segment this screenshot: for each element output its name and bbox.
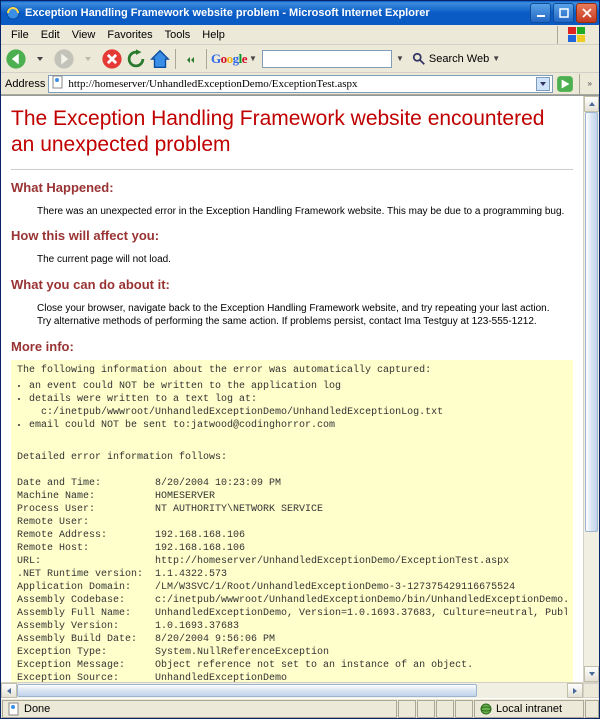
text-affect: The current page will not load.: [37, 253, 565, 267]
resize-grip[interactable]: [585, 700, 599, 718]
scroll-up-button[interactable]: [584, 96, 599, 112]
status-done-text: Done: [24, 703, 50, 715]
back-button[interactable]: [5, 48, 27, 70]
page-title: The Exception Handling Framework website…: [11, 106, 573, 159]
kv-exc-source: Exception Source: UnhandledExceptionDemo: [17, 672, 567, 683]
horizontal-scrollbar[interactable]: [1, 682, 599, 698]
scroll-down-button[interactable]: [584, 666, 599, 682]
kv-remote-host: Remote Host: 192.168.168.106: [17, 542, 567, 555]
menu-edit[interactable]: Edit: [35, 27, 66, 43]
scroll-thumb[interactable]: [585, 112, 598, 532]
kv-asm-fullname: Assembly Full Name: UnhandledExceptionDe…: [17, 607, 567, 620]
menu-bar: File Edit View Favorites Tools Help: [1, 25, 599, 45]
menu-favorites[interactable]: Favorites: [101, 27, 158, 43]
forward-button[interactable]: [53, 48, 75, 70]
refresh-button[interactable]: [125, 48, 147, 70]
kv-asm-codebase: Assembly Codebase: c:/inetpub/wwwroot/Un…: [17, 594, 567, 607]
moreinfo-intro: The following information about the erro…: [17, 364, 567, 377]
links-chevron[interactable]: »: [585, 79, 595, 88]
kv-net-runtime: .NET Runtime version: 1.1.4322.573: [17, 568, 567, 581]
heading-moreinfo: More info:: [11, 339, 573, 354]
status-pane-empty1: [398, 700, 416, 718]
nav-toolbar: Google ▼ ▼ Search Web ▼: [1, 45, 599, 73]
search-web-label: Search Web: [429, 53, 489, 65]
kv-asm-builddate: Assembly Build Date: 8/20/2004 9:56:06 P…: [17, 633, 567, 646]
title-bar: Exception Handling Framework website pro…: [1, 1, 599, 25]
toolbar-extra-dropdown[interactable]: [180, 48, 202, 70]
heading-affect: How this will affect you:: [11, 228, 573, 243]
windows-flag-icon: [557, 26, 595, 44]
kv-asm-version: Assembly Version: 1.0.1693.37683: [17, 620, 567, 633]
status-pane-empty3: [436, 700, 454, 718]
address-bar: Address »: [1, 73, 599, 95]
moreinfo-bullet: details were written to a text log at: c…: [29, 393, 567, 419]
text-todo: Close your browser, navigate back to the…: [37, 302, 565, 329]
kv-date-time: Date and Time: 8/20/2004 10:23:09 PM: [17, 477, 567, 490]
moreinfo-bullet: an event could NOT be written to the app…: [29, 380, 567, 393]
heading-todo: What you can do about it:: [11, 277, 573, 292]
page-viewport: The Exception Handling Framework website…: [1, 96, 583, 682]
divider: [11, 169, 573, 170]
address-field-wrap[interactable]: [48, 75, 552, 93]
text-what-happened: There was an unexpected error in the Exc…: [37, 205, 565, 219]
address-input[interactable]: [65, 78, 535, 90]
scroll-left-button[interactable]: [1, 683, 17, 698]
go-button[interactable]: [556, 75, 574, 93]
address-label: Address: [5, 78, 45, 90]
home-button[interactable]: [149, 48, 171, 70]
maximize-button[interactable]: [553, 3, 574, 23]
moreinfo-detail-intro: Detailed error information follows:: [17, 451, 567, 464]
kv-remote-addr: Remote Address: 192.168.168.106: [17, 529, 567, 542]
scroll-track-h[interactable]: [17, 683, 567, 698]
kv-exc-type: Exception Type: System.NullReferenceExce…: [17, 646, 567, 659]
kv-exc-message: Exception Message: Object reference not …: [17, 659, 567, 672]
status-bar: Done Local intranet: [1, 698, 599, 718]
ie-icon: [5, 5, 21, 21]
search-icon: [412, 52, 426, 66]
status-pane-empty2: [417, 700, 435, 718]
kv-process-user: Process User: NT AUTHORITY\NETWORK SERVI…: [17, 503, 567, 516]
heading-what-happened: What Happened:: [11, 180, 573, 195]
back-dropdown[interactable]: [29, 48, 51, 70]
google-dropdown[interactable]: ▼: [249, 54, 257, 63]
window-title: Exception Handling Framework website pro…: [25, 7, 528, 19]
scroll-thumb-h[interactable]: [17, 684, 477, 697]
address-dropdown[interactable]: [536, 77, 550, 91]
kv-remote-user: Remote User:: [17, 516, 567, 529]
close-button[interactable]: [576, 3, 597, 23]
forward-dropdown[interactable]: [77, 48, 99, 70]
google-logo: Google: [211, 51, 247, 67]
status-zone-pane: Local intranet: [474, 700, 584, 718]
intranet-icon: [479, 702, 493, 716]
google-search-input[interactable]: [262, 50, 392, 68]
menu-file[interactable]: File: [5, 27, 35, 43]
minimize-button[interactable]: [530, 3, 551, 23]
kv-url: URL: http://homeserver/UnhandledExceptio…: [17, 555, 567, 568]
done-icon: [7, 702, 21, 716]
scroll-track[interactable]: [584, 112, 599, 666]
scroll-right-button[interactable]: [567, 683, 583, 698]
search-web-button[interactable]: Search Web ▼: [406, 49, 506, 69]
status-zone-text: Local intranet: [496, 703, 562, 715]
stop-button[interactable]: [101, 48, 123, 70]
kv-machine: Machine Name: HOMESERVER: [17, 490, 567, 503]
menu-view[interactable]: View: [66, 27, 102, 43]
menu-help[interactable]: Help: [196, 27, 231, 43]
page-icon: [51, 75, 65, 92]
status-pane-empty4: [455, 700, 473, 718]
google-search-dropdown[interactable]: ▼: [396, 54, 404, 63]
menu-tools[interactable]: Tools: [159, 27, 197, 43]
vertical-scrollbar[interactable]: [583, 96, 599, 682]
scroll-corner: [583, 683, 599, 698]
kv-app-domain: Application Domain: /LM/W3SVC/1/Root/Unh…: [17, 581, 567, 594]
moreinfo-box: The following information about the erro…: [11, 360, 573, 683]
status-done-pane: Done: [2, 700, 397, 718]
moreinfo-bullet: email could NOT be sent to:jatwood@codin…: [29, 419, 567, 432]
